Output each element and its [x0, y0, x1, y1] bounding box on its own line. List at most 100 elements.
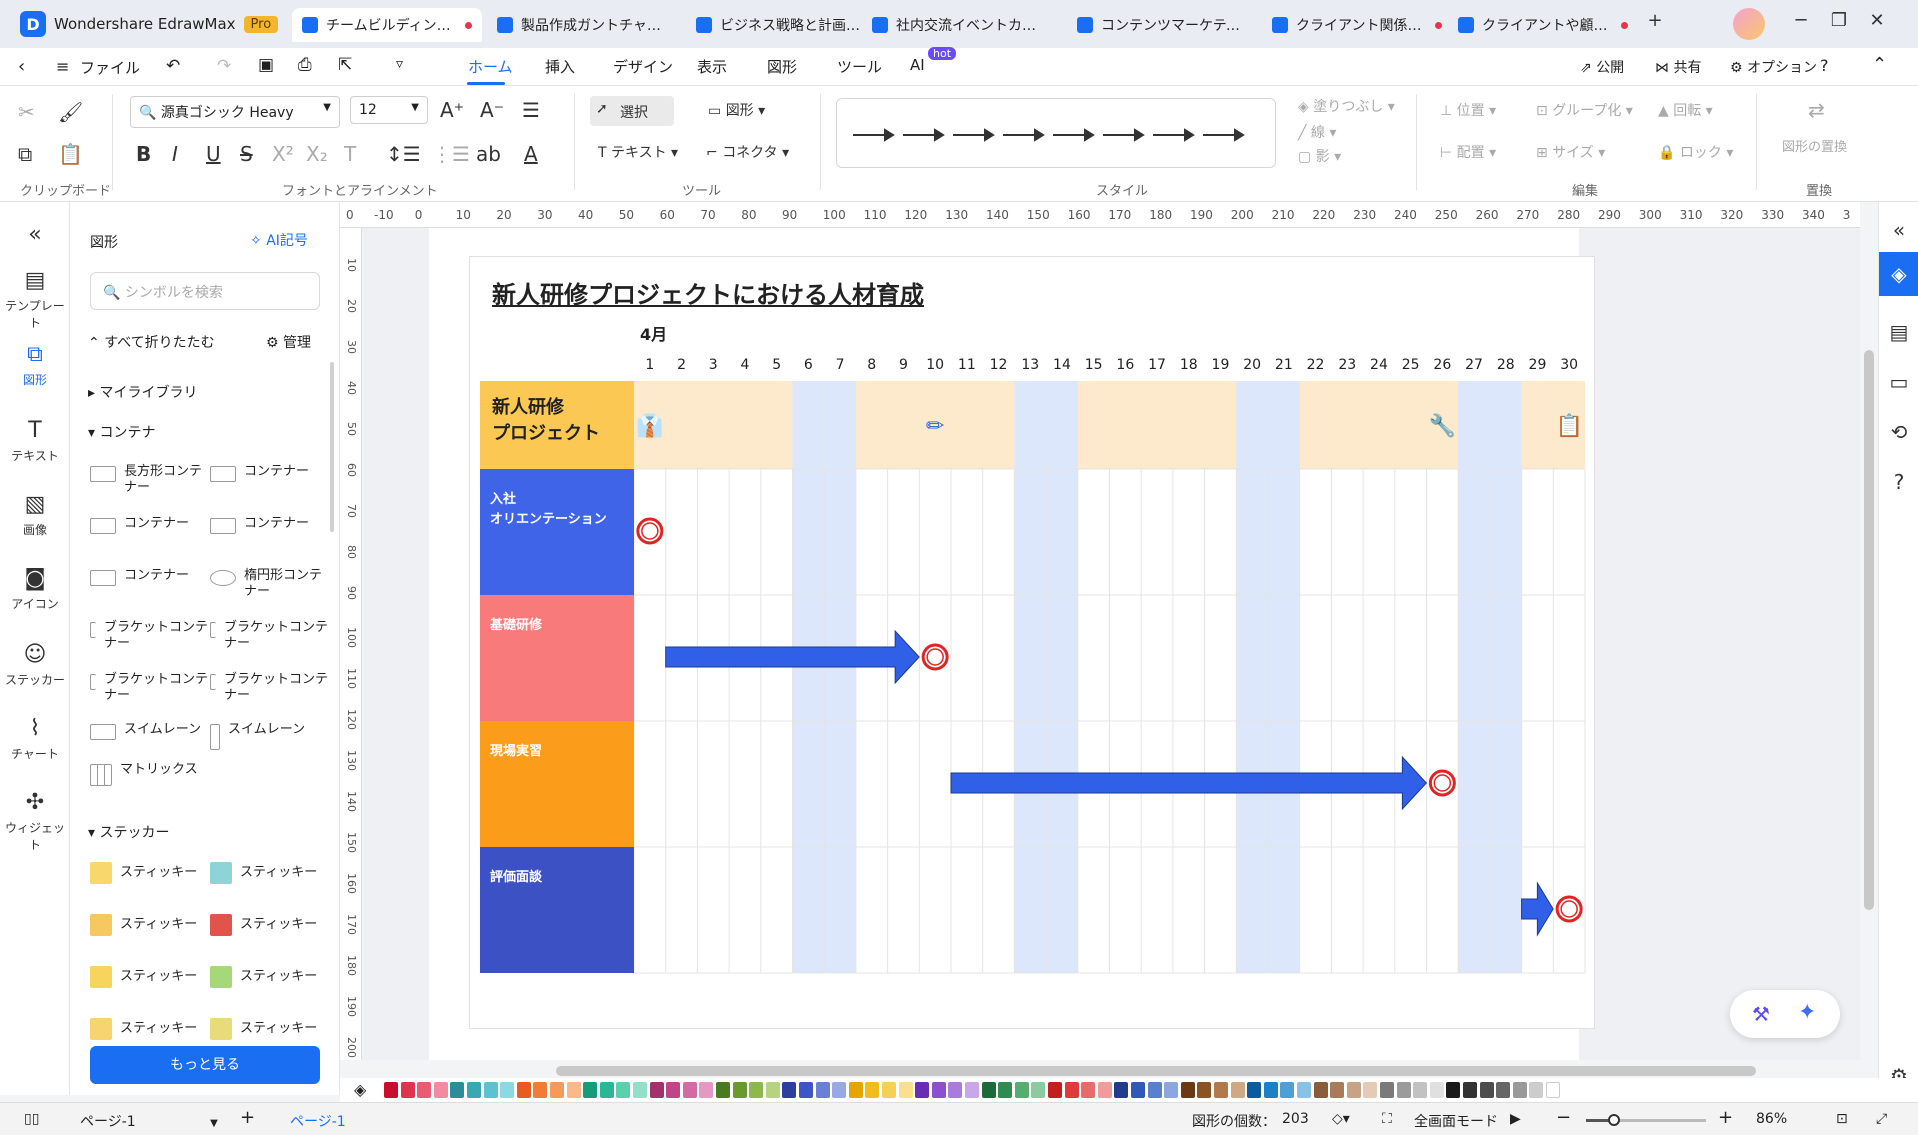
- publish-button[interactable]: ⇗ 公開: [1580, 57, 1624, 77]
- symbol-search-input[interactable]: 🔍 シンボルを検索: [90, 272, 320, 310]
- decrease-font-icon[interactable]: A⁻: [480, 98, 504, 122]
- color-swatch[interactable]: [1546, 1082, 1560, 1098]
- shape-library-item[interactable]: ブラケットコンテナー: [90, 672, 208, 704]
- shape-library-item[interactable]: コンテナー: [210, 516, 328, 534]
- document-tab[interactable]: 社内交流イベントカレ…: [862, 8, 1052, 42]
- menu-tools[interactable]: ツール: [837, 56, 882, 77]
- bullet-list-icon[interactable]: ⋮☰: [432, 142, 470, 166]
- zoom-in-icon[interactable]: +: [1718, 1107, 1733, 1128]
- line-button[interactable]: ╱ 線 ▾: [1298, 122, 1336, 142]
- document-tab[interactable]: 製品作成ガントチャート: [487, 8, 677, 42]
- subscript-icon[interactable]: X₂: [306, 142, 328, 166]
- color-swatch[interactable]: [1064, 1082, 1079, 1098]
- page-tab[interactable]: ページ-1: [290, 1111, 346, 1131]
- color-swatch[interactable]: [865, 1082, 880, 1098]
- zoom-slider-handle[interactable]: [1608, 1114, 1620, 1126]
- layers-icon[interactable]: ◇▾: [1332, 1111, 1350, 1127]
- zoom-level[interactable]: 86%: [1756, 1111, 1787, 1127]
- color-swatch[interactable]: [666, 1082, 681, 1098]
- select-tool-button[interactable]: ➚ 選択: [590, 96, 674, 126]
- color-swatch[interactable]: [832, 1082, 847, 1098]
- shape-library-item[interactable]: ブラケットコンテナー: [210, 672, 328, 704]
- expand-icon[interactable]: ⤢: [1876, 1111, 1887, 1127]
- color-swatch[interactable]: [633, 1082, 647, 1098]
- color-swatch[interactable]: [1197, 1082, 1212, 1098]
- color-swatch[interactable]: [898, 1082, 913, 1098]
- zoom-slider[interactable]: [1586, 1114, 1706, 1126]
- shape-library-item[interactable]: スイムレーン: [210, 722, 328, 750]
- connector-tool-button[interactable]: ⌐ コネクタ ▾: [706, 142, 789, 162]
- color-swatch[interactable]: [765, 1082, 780, 1098]
- italic-icon[interactable]: I: [172, 142, 178, 166]
- fullscreen-icon[interactable]: ⛶: [1382, 1111, 1392, 1127]
- back-icon[interactable]: ‹: [18, 56, 25, 77]
- hamburger-icon[interactable]: ≡: [56, 57, 69, 76]
- color-swatch[interactable]: [417, 1082, 432, 1098]
- color-swatch[interactable]: [1363, 1082, 1378, 1098]
- font-color-icon[interactable]: A: [524, 142, 538, 166]
- sparkle-icon[interactable]: ✦: [1798, 1000, 1816, 1025]
- align-text-icon[interactable]: ☰: [522, 98, 540, 122]
- document-tab[interactable]: ビジネス戦略と計画の…: [686, 8, 876, 42]
- color-swatch[interactable]: [1380, 1082, 1394, 1098]
- color-swatch[interactable]: [882, 1082, 896, 1098]
- color-swatch[interactable]: [1413, 1082, 1428, 1098]
- rail-icon[interactable]: ◙ アイコン: [0, 566, 70, 612]
- options-button[interactable]: ⚙ オプション: [1730, 57, 1817, 77]
- shape-library-item[interactable]: 楕円形コンテナー: [210, 568, 328, 600]
- presentation-icon[interactable]: ▭: [1879, 370, 1918, 394]
- new-tab-button[interactable]: +: [1640, 10, 1670, 36]
- gantt-diagram[interactable]: 新人研修プロジェクトにおける人材育成 4月 1 2 3 4 5 6 7 8 9 10 11 12 13 1…: [469, 256, 1595, 1029]
- task-label-cell[interactable]: [480, 595, 634, 721]
- rail-image[interactable]: ▧ 画像: [0, 492, 70, 538]
- color-swatch[interactable]: [848, 1082, 863, 1098]
- container-section[interactable]: ▾ コンテナ: [88, 422, 155, 442]
- menu-home[interactable]: ホーム: [468, 56, 513, 77]
- color-swatch[interactable]: [915, 1082, 930, 1098]
- history-icon[interactable]: ⟲: [1879, 420, 1918, 444]
- bold-icon[interactable]: B: [136, 142, 151, 166]
- rail-widget[interactable]: ✣ ウィジェット: [0, 790, 70, 853]
- color-swatch[interactable]: [1048, 1082, 1062, 1098]
- color-swatch[interactable]: [500, 1082, 515, 1098]
- color-swatch[interactable]: [1214, 1082, 1228, 1098]
- color-swatch[interactable]: [1346, 1082, 1361, 1098]
- color-swatch[interactable]: [1496, 1082, 1511, 1098]
- copy-icon[interactable]: ⧉: [18, 142, 32, 166]
- rail-sticker[interactable]: ☺ ステッカー: [0, 642, 70, 688]
- ai-assistant-fab[interactable]: ⚒ ✦: [1730, 990, 1840, 1038]
- add-page-icon[interactable]: +: [240, 1107, 255, 1128]
- color-swatch[interactable]: [749, 1082, 764, 1098]
- share-button[interactable]: ⋈ 共有: [1655, 57, 1701, 77]
- color-swatch[interactable]: [384, 1082, 398, 1098]
- text-style-icon[interactable]: T: [344, 142, 356, 166]
- color-swatch[interactable]: [931, 1082, 946, 1098]
- task-label-cell[interactable]: [480, 721, 634, 847]
- my-library-section[interactable]: ▸ マイライブラリ: [88, 382, 197, 402]
- panel-scrollbar[interactable]: [330, 362, 334, 532]
- print-icon[interactable]: ⎙: [298, 55, 312, 75]
- page-properties-icon[interactable]: ▤: [1879, 320, 1918, 344]
- color-swatch[interactable]: [1230, 1082, 1245, 1098]
- color-swatch[interactable]: [782, 1082, 797, 1098]
- color-swatch[interactable]: [998, 1082, 1013, 1098]
- shape-library-item[interactable]: 長方形コンテナー: [90, 464, 208, 496]
- sticker-library-item[interactable]: スティッキー: [90, 966, 208, 988]
- font-size-select[interactable]: 12 ▼: [350, 96, 428, 124]
- color-swatch[interactable]: [1263, 1082, 1278, 1098]
- replace-shape-button[interactable]: 図形の置換: [1782, 136, 1847, 155]
- color-swatch[interactable]: [1429, 1082, 1444, 1098]
- menu-design[interactable]: デザイン: [613, 56, 673, 77]
- color-swatch[interactable]: [516, 1082, 531, 1098]
- color-swatch[interactable]: [1529, 1082, 1544, 1098]
- color-swatch[interactable]: [566, 1082, 581, 1098]
- color-swatch[interactable]: [1479, 1082, 1494, 1098]
- sticker-library-item[interactable]: スティッキー: [90, 862, 208, 884]
- superscript-icon[interactable]: X²: [272, 142, 294, 166]
- canvas-area[interactable]: 新人研修プロジェクトにおける人材育成 4月 1 2 3 4 5 6 7 8 9 10 11 12 13 1…: [362, 228, 1860, 1060]
- sticker-library-item[interactable]: スティッキー: [210, 1018, 328, 1040]
- color-swatch[interactable]: [1164, 1082, 1179, 1098]
- horizontal-scrollbar[interactable]: [556, 1066, 1756, 1076]
- color-swatch[interactable]: [649, 1082, 664, 1098]
- zoom-out-icon[interactable]: −: [1556, 1107, 1571, 1128]
